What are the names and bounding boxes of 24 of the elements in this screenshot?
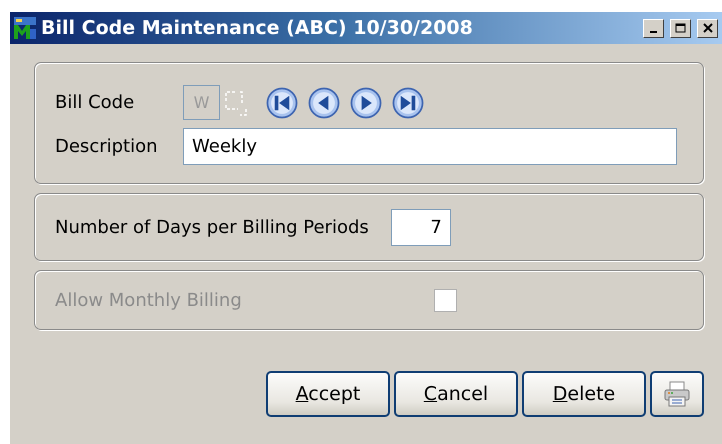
close-icon: [702, 23, 712, 33]
maximize-button[interactable]: [670, 18, 691, 38]
days-field[interactable]: 7: [390, 208, 451, 246]
printer-icon: [663, 380, 691, 408]
monthly-billing-label: Allow Monthly Billing: [55, 290, 242, 310]
dialog-button[interactable]: Delete: [522, 371, 646, 417]
description-field[interactable]: Weekly: [183, 128, 677, 165]
print-button[interactable]: [650, 371, 704, 417]
first-record-icon[interactable]: [266, 86, 298, 118]
description-label: Description: [55, 136, 159, 157]
days-label: Number of Days per Billing Periods: [55, 216, 369, 238]
lookup-icon: [224, 88, 248, 116]
minimize-icon: [650, 31, 657, 33]
bill-code-label: Bill Code: [55, 92, 136, 113]
last-record-icon[interactable]: [392, 86, 424, 118]
app-icon: [13, 16, 37, 40]
minimize-button[interactable]: [643, 18, 664, 38]
previous-record-icon[interactable]: [308, 86, 340, 118]
close-button[interactable]: [697, 18, 718, 38]
dialog-button[interactable]: Accept: [266, 371, 390, 417]
window-title: Bill Code Maintenance (ABC) 10/30/2008: [41, 17, 474, 39]
maximize-icon: [675, 23, 686, 33]
next-record-icon[interactable]: [350, 86, 382, 118]
dialog-button[interactable]: Cancel: [394, 371, 518, 417]
